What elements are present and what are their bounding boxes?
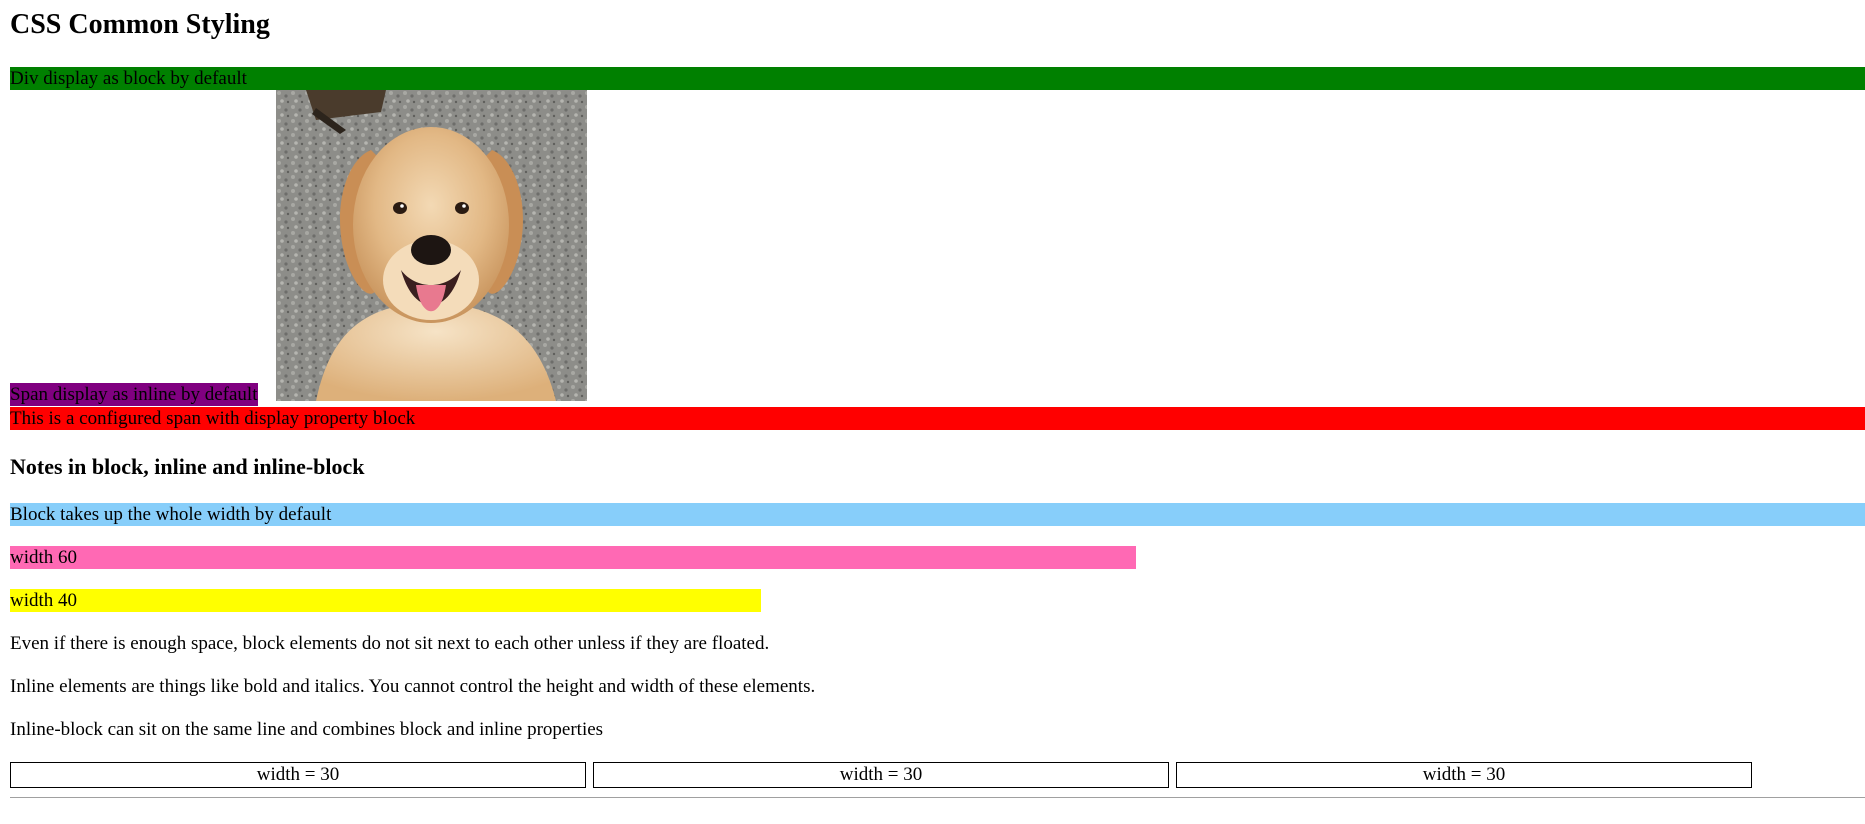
horizontal-rule <box>10 797 1865 798</box>
block-width-40-bar: width 40 <box>10 589 761 612</box>
span-inline-demo: Span display as inline by default <box>10 383 259 406</box>
inline-block-box: width = 30 <box>1176 762 1752 788</box>
span-block-demo: This is a configured span with display p… <box>10 407 1865 430</box>
inline-block-box: width = 30 <box>593 762 1169 788</box>
note-inline-elements: Inline elements are things like bold and… <box>10 676 816 697</box>
page-title: CSS Common Styling <box>10 9 270 40</box>
dog-image <box>276 90 587 401</box>
note-block-elements: Even if there is enough space, block ele… <box>10 633 770 654</box>
page-content: CSS Common Styling Div display as block … <box>10 0 1865 824</box>
notes-heading: Notes in block, inline and inline-block <box>10 454 365 479</box>
note-inline-block: Inline-block can sit on the same line an… <box>10 719 604 740</box>
div-block-demo: Div display as block by default <box>10 67 1865 90</box>
inline-block-row: width = 30 width = 30 width = 30 <box>10 762 1865 788</box>
block-full-width-bar: Block takes up the whole width by defaul… <box>10 503 1865 526</box>
block-width-60-bar: width 60 <box>10 546 1136 569</box>
inline-block-box: width = 30 <box>10 762 586 788</box>
